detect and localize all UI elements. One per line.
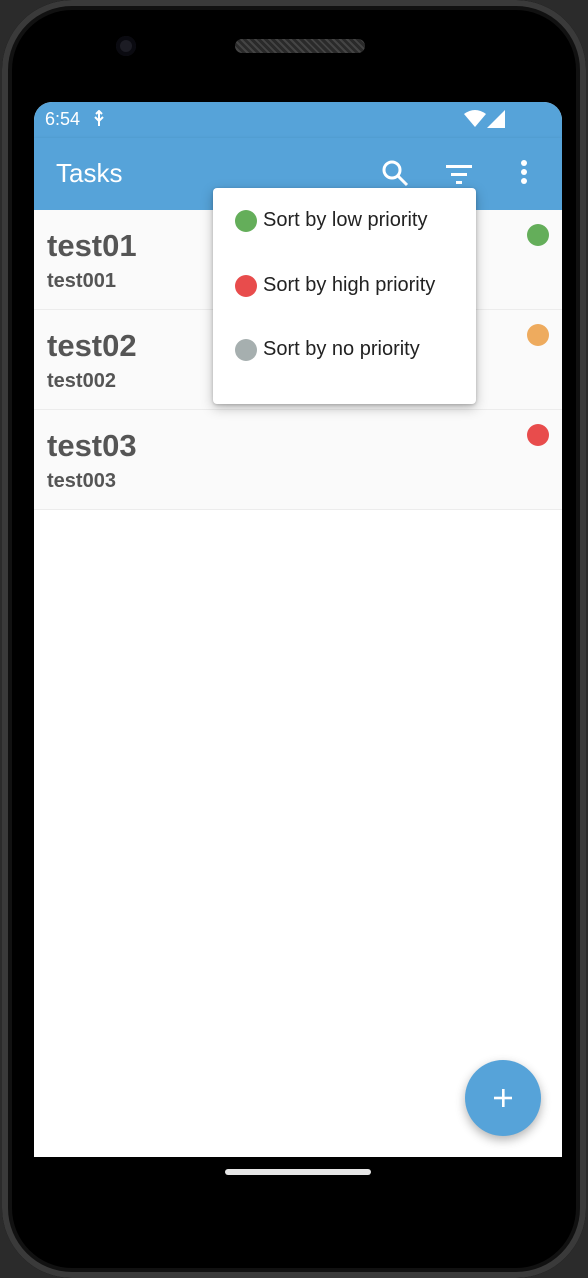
menu-item-label: Sort by no priority <box>263 338 420 360</box>
sort-high-priority-item[interactable]: Sort by high priority <box>213 253 476 317</box>
menu-item-label: Sort by low priority <box>263 209 428 231</box>
task-title: test02 <box>47 328 137 363</box>
priority-indicator <box>527 324 549 346</box>
task-description: test003 <box>47 470 116 492</box>
more-vert-icon[interactable] <box>512 158 536 188</box>
phone-frame: 6:54 Tasks test01 test001 test02 test002… <box>2 0 586 1278</box>
priority-dot-icon <box>235 339 257 361</box>
sort-low-priority-item[interactable]: Sort by low priority <box>213 188 476 252</box>
screen: 6:54 Tasks test01 test001 test02 test002… <box>34 102 562 1157</box>
page-title: Tasks <box>56 158 123 188</box>
task-title: test03 <box>47 428 137 463</box>
signal-icon <box>487 110 505 128</box>
status-bar: 6:54 <box>34 102 562 138</box>
filter-icon[interactable] <box>444 160 474 190</box>
sort-menu: Sort by low priority Sort by high priori… <box>213 188 476 404</box>
priority-dot-icon <box>235 210 257 232</box>
search-icon[interactable] <box>380 158 410 188</box>
task-description: test001 <box>47 270 116 292</box>
sort-no-priority-item[interactable]: Sort by no priority <box>213 317 476 381</box>
priority-dot-icon <box>235 275 257 297</box>
add-icon <box>494 1089 512 1107</box>
task-title: test01 <box>47 228 137 263</box>
status-time: 6:54 <box>45 109 81 129</box>
usb-icon <box>94 110 104 126</box>
priority-indicator <box>527 224 549 246</box>
priority-indicator <box>527 424 549 446</box>
task-description: test002 <box>47 370 116 392</box>
add-task-button[interactable] <box>465 1060 541 1136</box>
front-camera <box>116 36 136 56</box>
menu-item-label: Sort by high priority <box>263 274 436 296</box>
earpiece-speaker <box>235 39 365 53</box>
task-row[interactable]: test03 test003 <box>34 410 562 510</box>
wifi-icon <box>464 110 486 127</box>
home-gesture-bar[interactable] <box>225 1169 371 1175</box>
